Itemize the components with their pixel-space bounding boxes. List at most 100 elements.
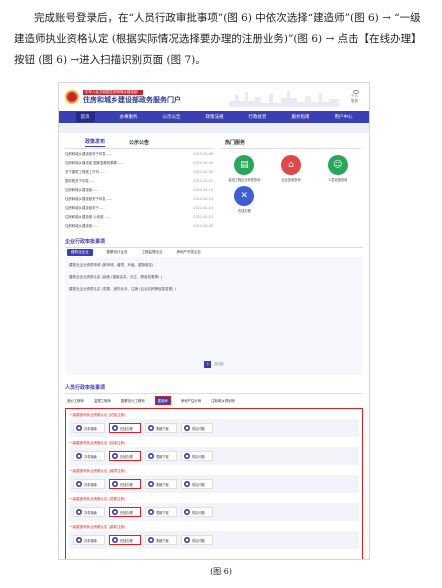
policy-tabs: 政策发布 公示公告 (65, 137, 213, 149)
list-item-date: 2022-04-19 (193, 187, 213, 192)
online-apply-button[interactable]: ● 在线办理 (109, 535, 141, 545)
list-item-date: 2022-05-06 (193, 151, 213, 156)
list-item[interactable]: 住房和城乡建设部关于...... 2022-04-14 (65, 203, 213, 212)
hot-service-qualification[interactable]: ▤ 建设工程企业资质查询 (221, 155, 268, 182)
list-item-date: 2022-05-01 (193, 178, 213, 183)
policy-list: 住房和城乡建设部关于印发...... 2022-05-06 住房和城乡建设部 国家… (65, 149, 213, 230)
page-number[interactable]: 1 (204, 361, 212, 368)
enterprise-tabs: 建筑业企业 勘察设计企业 工程监理企业 房地产开发企业 (65, 248, 363, 257)
list-item[interactable]: 住房和城乡建设部...... 2022-04-19 (65, 185, 213, 194)
list-item[interactable]: 住房和城乡建设部...... 2022-04-08 (65, 221, 213, 230)
nav-item-policies[interactable]: 政策法规 (206, 114, 224, 120)
faq-button[interactable]: ● 常见问题 (181, 507, 213, 517)
list-item-date: 2022-04-14 (193, 205, 213, 210)
constructor-items-highlight: 一级建造师执业资格认定 (初始注册) ● 办事指南 ● 在线办理 ● 表格下载 ● 常见… (65, 408, 363, 559)
form-download-button[interactable]: ● 表格下载 (145, 535, 177, 545)
online-apply-icon: ● (112, 425, 118, 431)
form-download-button[interactable]: ● 表格下载 (145, 479, 177, 489)
tab-survey-design-engineer[interactable]: 勘察设计工程师 (121, 398, 145, 403)
tab-urban-planner[interactable]: 注册城乡规划师 (211, 398, 235, 403)
guide-icon: ● (76, 453, 82, 459)
tab-construction-enterprise[interactable]: 建筑业企业 (67, 249, 93, 256)
tools-icon: ✕ (234, 186, 255, 206)
download-icon: ● (148, 509, 154, 515)
tab-notices[interactable]: 公示公告 (129, 139, 149, 146)
button-label: 表格下载 (156, 510, 169, 515)
faq-button[interactable]: ● 常见问题 (181, 451, 213, 461)
nav-item-guide[interactable]: 服务指南 (292, 114, 310, 120)
tab-real-estate-enterprise[interactable]: 房地产开发企业 (177, 250, 202, 255)
list-item-title: 住房和城乡建设部...... (65, 224, 99, 228)
registration-group: 一级建造师执业资格认定 (初始注册) ● 办事指南 ● 在线办理 ● 表格下载 ● 常见… (69, 411, 359, 437)
guide-button[interactable]: ● 办事指南 (73, 507, 105, 517)
hot-service-label: 在线办理 (237, 209, 251, 213)
faq-button[interactable]: ● 常见问题 (181, 423, 213, 433)
list-item-date: 2022-04-08 (193, 223, 213, 228)
form-download-button[interactable]: ● 表格下载 (145, 507, 177, 517)
skyline-decoration (229, 91, 339, 107)
online-apply-button[interactable]: ● 在线办理 (109, 507, 141, 517)
tab-supervision-engineer[interactable]: 监理工程师 (94, 398, 111, 403)
online-apply-button[interactable]: ● 在线办理 (109, 451, 141, 461)
faq-icon: ● (184, 425, 190, 431)
registration-group: 一级建造师执业资格认定 (重新注册) ● 办事指南 ● 在线办理 ● 表格下载 ● 常见… (69, 523, 359, 549)
hot-service-online[interactable]: ✕ 在线办理 (221, 186, 268, 213)
hot-service-label: 人员信用查询 (328, 178, 348, 182)
registration-group-title[interactable]: 一级建造师执业资格认定 (增项注册) (69, 467, 359, 475)
list-item[interactable]: 建筑业企业资质认定 (变更、遗失补办、注销 (企业名称等信息变更) ) (69, 283, 359, 295)
registration-group-title[interactable]: 一级建造师执业资格认定 (延续注册) (69, 439, 359, 447)
tab-survey-design-enterprise[interactable]: 勘察设计企业 (107, 250, 128, 255)
instructions-text: 完成账号登录后，在“人员行政审批事项”(图 6) 中依次选择“建造师”(图 6)… (14, 12, 422, 66)
tab-real-estate-appraiser[interactable]: 房地产估价师 (181, 398, 201, 403)
nav-item-user-center[interactable]: 用户中心 (335, 114, 353, 120)
faq-button[interactable]: ● 常见问题 (181, 535, 213, 545)
registration-group-title[interactable]: 一级建造师执业资格认定 (重新注册) (69, 523, 359, 531)
guide-button[interactable]: ● 办事指南 (73, 479, 105, 489)
guide-button[interactable]: ● 办事指南 (73, 451, 105, 461)
portal-brand: 中华人民共和国住房和城乡建设部 住房和城乡建设部政务服务门户 (83, 89, 181, 105)
button-label: 在线办理 (120, 454, 133, 459)
list-item[interactable]: 住房和城乡建设部 公安部...... 2022-04-13 (65, 212, 213, 221)
registration-group: 一级建造师执业资格认定 (延续注册) ● 办事指南 ● 在线办理 ● 表格下载 ● 常见… (69, 439, 359, 465)
online-apply-icon: ● (112, 537, 118, 543)
enterprise-items: 建筑业企业资质申请 (新申请、增项、升级、重新核定) 建筑业企业资质认定 (延续… (65, 257, 363, 375)
form-download-button[interactable]: ● 表格下载 (145, 451, 177, 461)
list-item-date: 2022-04-15 (193, 196, 213, 201)
list-item[interactable]: 建筑业企业资质认定 (延续 (重组合并、分立、跨省变更等) ) (69, 271, 359, 283)
list-item[interactable]: 关于建筑工程施工许可...... 2022-05-05 (65, 167, 213, 176)
registration-group-title[interactable]: 一级建造师执业资格认定 (变更注册) (69, 495, 359, 503)
nav-item-services[interactable]: 办事服务 (120, 114, 138, 120)
button-label: 表格下载 (156, 454, 169, 459)
hot-service-person-credit[interactable]: ☺ 人员信用查询 (314, 155, 361, 182)
tab-supervision-enterprise[interactable]: 工程监理企业 (142, 250, 163, 255)
guide-button[interactable]: ● 办事指南 (73, 423, 105, 433)
list-item[interactable]: 住房和城乡建设部 国家发展改革委...... 2022-05-06 (65, 158, 213, 167)
guide-icon: ● (76, 509, 82, 515)
list-item[interactable]: 建筑业企业资质申请 (新申请、增项、升级、重新核定) (69, 259, 359, 271)
button-label: 办事指南 (84, 454, 97, 459)
tab-policy[interactable]: 政策发布 (85, 138, 106, 147)
list-item[interactable]: 住房和城乡建设部关于印发...... 2022-04-15 (65, 194, 213, 203)
guide-button[interactable]: ● 办事指南 (73, 535, 105, 545)
portal-screenshot: 中华人民共和国住房和城乡建设部 住房和城乡建设部政务服务门户 个人登录 首页 办… (58, 82, 370, 560)
button-label: 表格下载 (156, 426, 169, 431)
figure-caption: (图 6) (210, 567, 232, 576)
faq-button[interactable]: ● 常见问题 (181, 479, 213, 489)
tab-constructor[interactable]: 建造师 (154, 395, 171, 405)
online-apply-button[interactable]: ● 在线办理 (109, 423, 141, 433)
group-buttons: ● 办事指南 ● 在线办理 ● 表格下载 ● 常见问题 (69, 447, 359, 465)
nav-item-home[interactable]: 首页 (75, 112, 95, 122)
list-item-title: 住房和城乡建设部 国家发展改革委...... (65, 161, 124, 165)
online-apply-button[interactable]: ● 在线办理 (109, 479, 141, 489)
registration-group-title[interactable]: 一级建造师执业资格认定 (初始注册) (69, 411, 359, 419)
hot-service-enterprise-credit[interactable]: ⌂ 企业信用查询 (268, 155, 315, 182)
nav-item-notices[interactable]: 公示公告 (163, 114, 181, 120)
list-item[interactable]: 国务院关于印发...... 2022-05-01 (65, 176, 213, 185)
document-icon: ▤ (234, 155, 255, 175)
list-item[interactable]: 住房和城乡建设部关于印发...... 2022-05-06 (65, 149, 213, 158)
tab-cost-engineer[interactable]: 造价工程师 (67, 398, 84, 403)
nav-item-penalties[interactable]: 行政处罚 (249, 114, 267, 120)
form-download-button[interactable]: ● 表格下载 (145, 423, 177, 433)
list-item-title: 住房和城乡建设部关于印发...... (65, 152, 113, 156)
user-login[interactable]: 个人登录 (351, 90, 361, 104)
